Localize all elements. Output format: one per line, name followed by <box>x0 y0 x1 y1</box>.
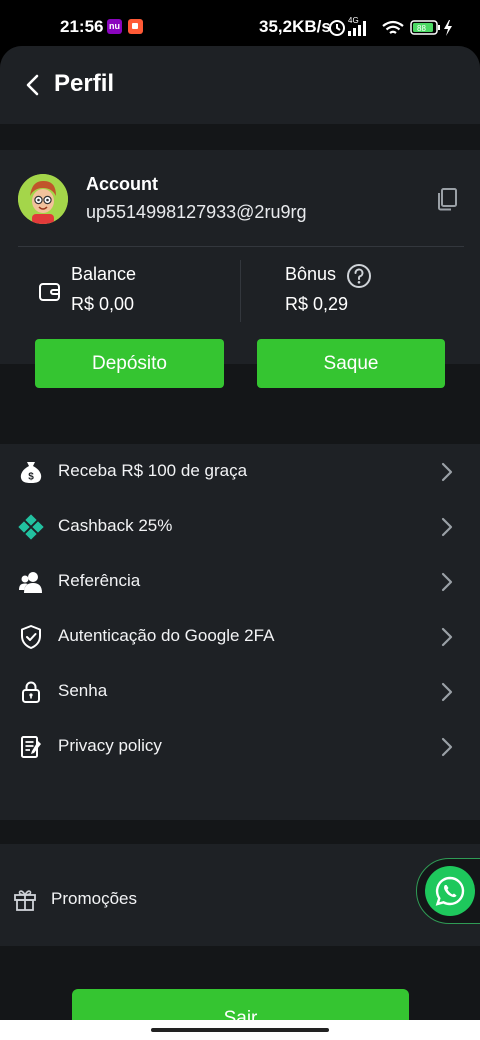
status-icons: 4G 88 <box>329 16 452 36</box>
document-icon <box>21 736 41 758</box>
shield-icon <box>21 625 41 649</box>
account-label: Account <box>86 174 158 194</box>
app-header: Perfil <box>0 46 480 124</box>
gift-icon <box>14 890 36 911</box>
gesture-navigation-bar <box>0 1020 480 1040</box>
chevron-right-icon <box>441 517 453 537</box>
menu-item-password[interactable]: Senha <box>0 664 480 719</box>
charging-icon <box>444 20 452 36</box>
deposit-button[interactable]: Depósito <box>35 339 224 388</box>
battery-level: 88 <box>417 24 426 33</box>
menu-item-free-money[interactable]: $ Receba R$ 100 de graça <box>0 444 480 499</box>
account-card: Account up5514998127933@2ru9rg Balance R… <box>0 150 480 364</box>
whatsapp-icon <box>435 876 465 906</box>
promotions-item[interactable]: Promoções <box>0 874 400 924</box>
menu-list: $ Receba R$ 100 de graça Cashback 25% Re… <box>0 444 480 820</box>
logout-button[interactable]: Sair <box>72 989 409 1020</box>
avatar-image <box>18 174 68 224</box>
wifi-icon <box>382 20 404 34</box>
menu-item-label: Senha <box>58 681 108 700</box>
menu-item-label: Receba R$ 100 de graça <box>58 461 248 480</box>
balance-divider <box>240 260 241 322</box>
status-time: 21:56 <box>60 17 104 36</box>
menu-item-label: Cashback 25% <box>58 516 173 535</box>
balance-value: R$ 0,00 <box>71 294 135 314</box>
bonus-label: Bônus <box>285 264 337 284</box>
menu-item-2fa[interactable]: Autenticação do Google 2FA <box>0 609 480 664</box>
balance-label: Balance <box>71 264 137 284</box>
menu-item-cashback[interactable]: Cashback 25% <box>0 499 480 554</box>
account-id: up5514998127933@2ru9rg <box>86 202 307 222</box>
promotions-card: Promoções <box>0 844 480 946</box>
chevron-left-icon[interactable] <box>20 72 46 98</box>
copy-icon[interactable] <box>434 186 460 212</box>
help-icon[interactable] <box>346 263 372 289</box>
chevron-right-icon <box>441 737 453 757</box>
whatsapp-chat-button[interactable] <box>416 858 480 924</box>
whatsapp-button-circle <box>425 866 475 916</box>
profile-screen: Perfil Account up5514998127933@2ru9rg Ba… <box>0 46 480 1020</box>
nubank-notification-icon: nu <box>107 19 122 34</box>
status-bar: 21:56 nu 35,2KB/s 4G 88 <box>0 0 480 46</box>
money-bag-icon: $ <box>20 462 42 483</box>
users-icon <box>19 572 42 593</box>
chevron-right-icon <box>441 682 453 702</box>
battery-icon: 88 <box>410 20 440 35</box>
wallet-icon <box>39 283 60 301</box>
avatar <box>18 174 68 224</box>
bonus-value: R$ 0,29 <box>285 294 349 314</box>
promotions-label: Promoções <box>51 889 137 908</box>
menu-item-label: Referência <box>58 571 141 590</box>
menu-item-referral[interactable]: Referência <box>0 554 480 609</box>
chevron-right-icon <box>441 627 453 647</box>
alarm-icon <box>329 20 345 36</box>
home-gesture-handle[interactable] <box>151 1028 329 1032</box>
withdraw-button[interactable]: Saque <box>257 339 445 388</box>
screen-record-icon <box>128 19 143 34</box>
network-type: 4G <box>348 16 359 25</box>
card-divider <box>18 246 464 247</box>
network-speed: 35,2KB/s <box>259 17 331 36</box>
menu-item-label: Privacy policy <box>58 736 162 755</box>
menu-item-privacy-policy[interactable]: Privacy policy <box>0 719 480 774</box>
page-title: Perfil <box>54 70 115 97</box>
chevron-right-icon <box>441 572 453 592</box>
lock-icon <box>22 681 40 703</box>
diamond-icon <box>18 514 44 540</box>
menu-item-label: Autenticação do Google 2FA <box>58 626 275 645</box>
svg-text:$: $ <box>28 472 34 483</box>
chevron-right-icon <box>441 462 453 482</box>
